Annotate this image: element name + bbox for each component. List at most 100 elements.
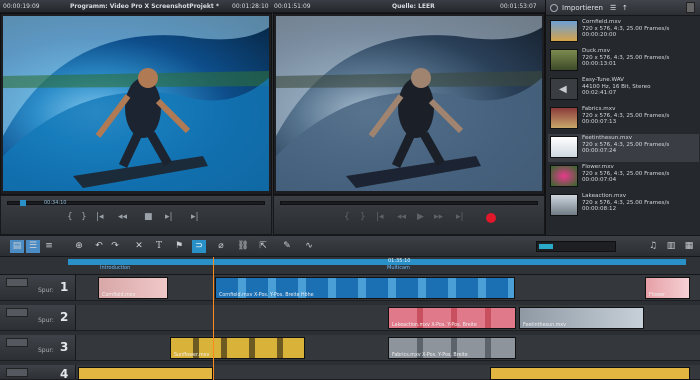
volume-icon[interactable]: ♫: [646, 240, 660, 253]
mark-in-icon[interactable]: {: [344, 212, 350, 222]
rewind-icon[interactable]: ◂◂: [397, 212, 406, 222]
surfer-image-graded: [276, 16, 542, 191]
mouse-mode-icon[interactable]: ⊕: [72, 240, 86, 253]
prev-marker-icon[interactable]: |◂: [376, 212, 384, 222]
timeline-clip[interactable]: Cornfield.mxv: [98, 277, 168, 299]
marker-multicam[interactable]: Multicam: [387, 265, 410, 271]
play-icon[interactable]: ▶: [417, 212, 424, 222]
media-item[interactable]: Duck.mxv 720 x 576, 4:3, 25.00 Frames/s 00…: [548, 47, 699, 75]
settings-icon[interactable]: ▦: [682, 240, 696, 253]
source-monitor[interactable]: [273, 13, 545, 195]
up-icon[interactable]: ↑: [622, 4, 628, 12]
media-item[interactable]: Flower.mxv 720 x 576, 4:3, 25.00 Frames/s…: [548, 163, 699, 191]
media-thumbnail: [550, 194, 578, 216]
timeline-clip[interactable]: Lakeaction.mxv X-Pos. Y-Pos. Breite: [388, 307, 516, 329]
forward-icon[interactable]: ▸▸: [434, 212, 443, 222]
track-header[interactable]: Spur: 3: [0, 335, 76, 360]
lock-icon[interactable]: [6, 368, 28, 377]
scrub-handle[interactable]: [20, 200, 26, 206]
track-header[interactable]: Spur: 2: [0, 305, 76, 330]
media-item[interactable]: ◀ Easy-Tune.WAV 44100 Hz, 16 Bit, Stereo 0…: [548, 76, 699, 104]
media-format: 720 x 576, 4:3, 25.00 Frames/s: [582, 112, 670, 119]
program-duration: 00:01:28:10: [232, 3, 269, 10]
timeline-view-icon[interactable]: ▤: [10, 240, 24, 253]
delete-icon[interactable]: ✕: [132, 240, 146, 253]
chain-icon[interactable]: ⛓: [236, 240, 250, 253]
clip-label: Sunflower.mxv: [174, 353, 210, 358]
redo-icon[interactable]: ↷: [108, 240, 122, 253]
monitor-title-bar: 00:00:19:09 Programm: Video Pro X Screen…: [0, 0, 545, 13]
timeline-clip[interactable]: Cornfield.mxv X-Pos. Y-Pos. Breite Höhe: [215, 277, 515, 299]
track-3: Spur: 3 Sunflower.mxv Fabrics.mxv X-Pos.…: [0, 335, 700, 361]
list-view-icon[interactable]: ≡: [42, 240, 56, 253]
media-name: Fabrics.mxv: [582, 106, 616, 112]
pointer-icon[interactable]: ⇱: [256, 240, 270, 253]
history-icon[interactable]: [550, 4, 558, 12]
media-item[interactable]: Fabrics.mxv 720 x 576, 4:3, 25.00 Frames/…: [548, 105, 699, 133]
lock-icon[interactable]: [6, 278, 28, 287]
marker-introduction[interactable]: Introduction: [100, 265, 130, 271]
mixer-icon[interactable]: ▥: [664, 240, 678, 253]
undo-icon[interactable]: ↶: [92, 240, 106, 253]
program-title: Programm: Video Pro X ScreenshotProjekt …: [70, 3, 219, 10]
media-item[interactable]: Lakeaction.mxv 720 x 576, 4:3, 25.00 Fram…: [548, 192, 699, 220]
mark-in-icon[interactable]: {: [67, 212, 73, 222]
prev-marker-icon[interactable]: |◂: [96, 212, 104, 222]
title-icon[interactable]: T: [152, 240, 166, 253]
source-scrub-bar[interactable]: [280, 201, 538, 205]
lock-icon[interactable]: [6, 308, 28, 317]
clip-label: Lakeaction.mxv X-Pos. Y-Pos. Breite: [392, 323, 477, 328]
stop-icon[interactable]: ■: [144, 212, 153, 222]
mark-out-icon[interactable]: }: [81, 212, 87, 222]
scroll-handle[interactable]: [686, 2, 695, 13]
zoom-slider-handle[interactable]: [539, 244, 553, 249]
media-duration: 00:00:07:04: [582, 177, 617, 184]
media-duration: 00:00:08:12: [582, 206, 617, 213]
track-header[interactable]: Spur: 1: [0, 275, 76, 300]
timeline-playhead[interactable]: [213, 257, 214, 380]
timeline-clip[interactable]: Fabrics.mxv X-Pos. Y-Pos. Breite: [388, 337, 516, 359]
record-button[interactable]: [486, 213, 496, 223]
timeline-clip[interactable]: Sunflower.mxv: [170, 337, 305, 359]
media-duration: 00:00:07:13: [582, 119, 617, 126]
rewind-icon[interactable]: ◂◂: [118, 212, 127, 222]
program-scrub-bar[interactable]: 00:34:10: [7, 200, 265, 206]
media-thumbnail: [550, 49, 578, 71]
zoom-slider[interactable]: [536, 241, 616, 252]
audio-clip[interactable]: [78, 367, 213, 380]
storyboard-view-icon[interactable]: ☰: [26, 240, 40, 253]
program-monitor[interactable]: [0, 13, 272, 195]
source-position-time: 00:01:51:09: [274, 3, 311, 10]
timeline-clip[interactable]: Feetinthesun.mxv: [519, 307, 644, 329]
track-label: Spur:: [38, 347, 54, 354]
program-position-time: 00:00:19:09: [3, 3, 40, 10]
audio-clip[interactable]: [490, 367, 690, 380]
track-header[interactable]: 4: [0, 365, 76, 380]
audio-thumbnail: ◀: [550, 78, 578, 100]
next-marker-icon[interactable]: ▸|: [191, 212, 199, 222]
track-2: Spur: 2 Lakeaction.mxv X-Pos. Y-Pos. Bre…: [0, 305, 700, 331]
timeline-ruler[interactable]: 01:35:10 Introduction Multicam: [0, 257, 700, 275]
marker-icon[interactable]: ⚑: [172, 240, 186, 253]
play-icon[interactable]: ▸|: [165, 212, 173, 222]
media-thumbnail: [550, 136, 578, 158]
media-name: Cornfield.mxv: [582, 19, 621, 25]
effects-icon[interactable]: ✎: [280, 240, 294, 253]
ruler-playhead-time: 01:35:10: [388, 258, 411, 264]
audio-wave-icon[interactable]: ∿: [302, 240, 316, 253]
next-marker-icon[interactable]: ▸|: [456, 212, 464, 222]
mark-out-icon[interactable]: }: [360, 212, 366, 222]
media-item-selected[interactable]: Feetinthesun.mxv 720 x 576, 4:3, 25.00 Fr…: [548, 134, 699, 162]
source-video-frame: [276, 16, 542, 191]
track-1: Spur: 1 Cornfield.mxv Cornfield.mxv X-Po…: [0, 275, 700, 301]
list-view-icon[interactable]: ☰: [610, 4, 616, 12]
unlink-icon[interactable]: ⌀: [214, 240, 228, 253]
timeline-clip[interactable]: Flower: [645, 277, 690, 299]
range-bar[interactable]: 01:35:10: [68, 258, 686, 265]
import-button[interactable]: Importieren: [562, 4, 603, 12]
media-duration: 00:00:07:24: [582, 148, 617, 155]
media-duration: 00:00:13:01: [582, 61, 617, 68]
media-item[interactable]: Cornfield.mxv 720 x 576, 4:3, 25.00 Frame…: [548, 18, 699, 46]
lock-icon[interactable]: [6, 338, 28, 347]
link-mode-icon[interactable]: ⊃: [192, 240, 206, 253]
